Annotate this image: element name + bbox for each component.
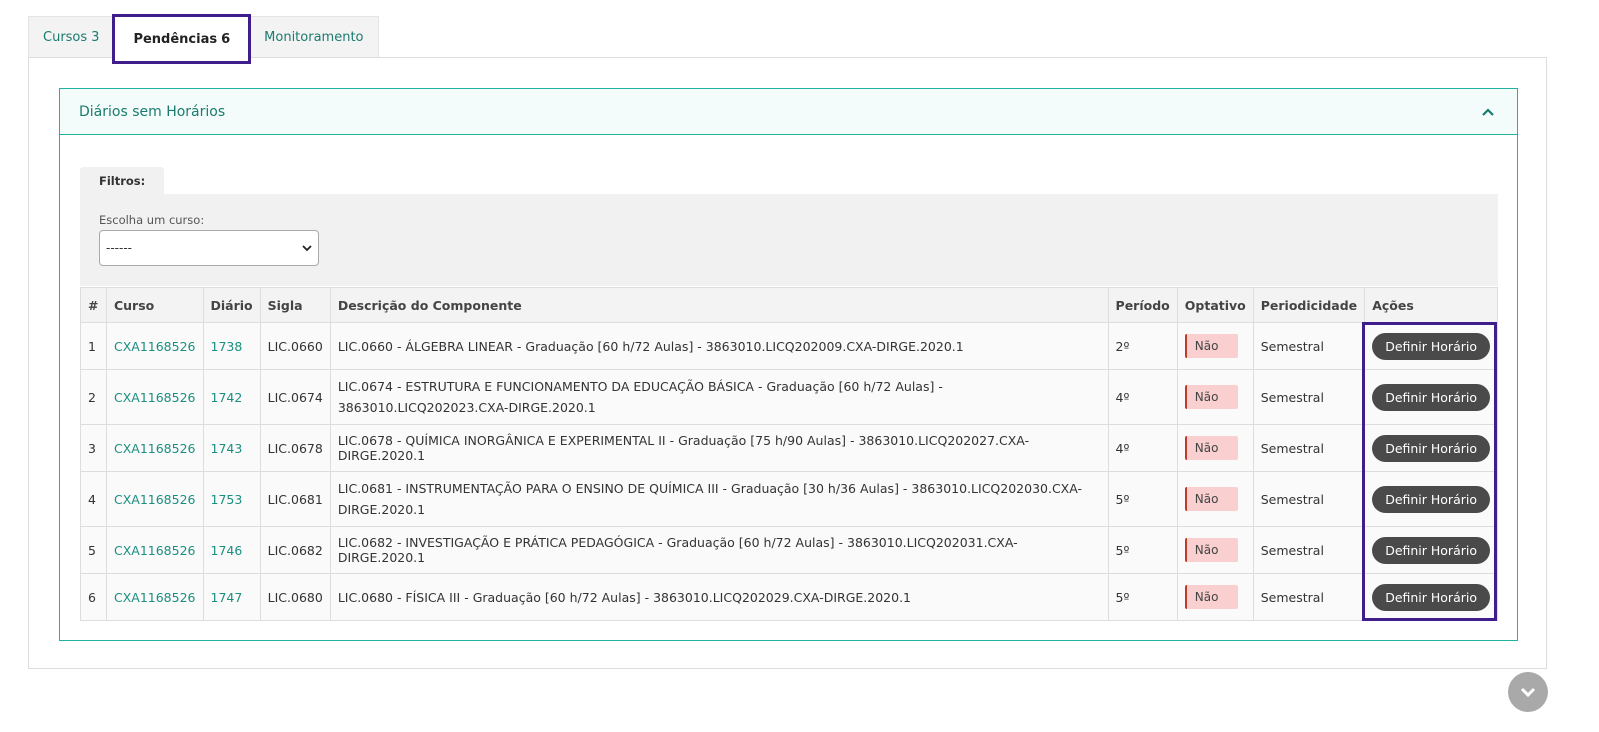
col-header-optativo: Optativo <box>1176 287 1254 323</box>
table-row: 6 CXA1168526 1747 LIC.0680 LIC.0680 - FÍ… <box>80 573 1498 621</box>
definir-horario-button[interactable]: Definir Horário <box>1372 434 1490 462</box>
optativo-badge: Não <box>1184 538 1239 562</box>
definir-horario-button[interactable]: Definir Horário <box>1372 332 1490 360</box>
cell-descricao: LIC.0660 - ÁLGEBRA LINEAR - Graduação [6… <box>329 322 1109 370</box>
tab-pendencias[interactable]: Pendências 6 <box>112 14 252 64</box>
cell-periodo: 5º <box>1107 573 1178 621</box>
cell-periodicidade: Semestral <box>1252 424 1366 472</box>
definir-horario-button[interactable]: Definir Horário <box>1372 383 1490 411</box>
table-row: 4 CXA1168526 1753 LIC.0681 LIC.0681 - IN… <box>80 471 1498 527</box>
tab-pendencias-count: 6 <box>221 32 231 47</box>
cell-index: 4 <box>80 471 107 527</box>
cell-periodicidade: Semestral <box>1252 471 1366 527</box>
course-select-label: Escolha um curso: <box>99 213 205 227</box>
curso-link[interactable]: CXA1168526 <box>114 441 196 456</box>
table-row: 2 CXA1168526 1742 LIC.0674 LIC.0674 - ES… <box>80 369 1498 425</box>
tab-pendencias-label: Pendências <box>133 32 218 47</box>
filters-panel: Filtros: Escolha um curso: ------ <box>80 167 1498 286</box>
col-header-diario: Diário <box>202 287 261 323</box>
scroll-down-button[interactable] <box>1508 672 1548 712</box>
col-header-sigla: Sigla <box>259 287 331 323</box>
cell-periodo: 5º <box>1107 526 1178 574</box>
cell-periodicidade: Semestral <box>1252 369 1366 425</box>
cell-descricao: LIC.0680 - FÍSICA III - Graduação [60 h/… <box>329 573 1109 621</box>
tab-cursos-label: Cursos <box>43 30 88 45</box>
cell-sigla: LIC.0674 <box>259 369 331 425</box>
cell-descricao: LIC.0674 - ESTRUTURA E FUNCIONAMENTO DA … <box>329 369 1109 425</box>
definir-horario-button[interactable]: Definir Horário <box>1372 583 1490 611</box>
curso-link[interactable]: CXA1168526 <box>114 339 196 354</box>
cell-periodo: 5º <box>1107 471 1178 527</box>
diario-link[interactable]: 1738 <box>211 339 243 354</box>
cell-descricao: LIC.0682 - INVESTIGAÇÃO E PRÁTICA PEDAGÓ… <box>329 526 1109 574</box>
cell-sigla: LIC.0680 <box>259 573 331 621</box>
diario-link[interactable]: 1747 <box>211 590 243 605</box>
cell-periodo: 4º <box>1107 369 1178 425</box>
table-row: 1 CXA1168526 1738 LIC.0660 LIC.0660 - ÁL… <box>80 322 1498 370</box>
tab-monitoramento[interactable]: Monitoramento <box>249 16 379 58</box>
col-header-acoes: Ações <box>1364 287 1498 323</box>
cell-descricao: LIC.0678 - QUÍMICA INORGÂNICA E EXPERIME… <box>329 424 1109 472</box>
cell-sigla: LIC.0682 <box>259 526 331 574</box>
tab-panel: Diários sem Horários Filtros: Escolha um… <box>28 57 1547 669</box>
curso-link[interactable]: CXA1168526 <box>114 492 196 507</box>
cell-descricao: LIC.0681 - INSTRUMENTAÇÃO PARA O ENSINO … <box>329 471 1109 527</box>
filters-body: Escolha um curso: ------ <box>80 194 1498 286</box>
definir-horario-button[interactable]: Definir Horário <box>1372 536 1490 564</box>
col-header-index: # <box>80 287 107 323</box>
diario-link[interactable]: 1746 <box>211 543 243 558</box>
diarios-box: Diários sem Horários Filtros: Escolha um… <box>59 88 1518 641</box>
col-header-curso: Curso <box>105 287 204 323</box>
optativo-badge: Não <box>1184 585 1239 609</box>
cell-periodo: 2º <box>1107 322 1178 370</box>
diario-link[interactable]: 1743 <box>211 441 243 456</box>
course-select-value: ------ <box>106 241 132 255</box>
box-title: Diários sem Horários <box>79 103 226 120</box>
optativo-badge: Não <box>1184 385 1239 409</box>
cell-index: 3 <box>80 424 107 472</box>
box-header[interactable]: Diários sem Horários <box>60 89 1517 135</box>
chevron-down-icon <box>1520 683 1536 702</box>
col-header-periodo: Período <box>1107 287 1178 323</box>
table-row: 5 CXA1168526 1746 LIC.0682 LIC.0682 - IN… <box>80 526 1498 574</box>
cell-index: 5 <box>80 526 107 574</box>
cell-sigla: LIC.0681 <box>259 471 331 527</box>
definir-horario-button[interactable]: Definir Horário <box>1372 485 1490 513</box>
curso-link[interactable]: CXA1168526 <box>114 590 196 605</box>
table-header-row: # Curso Diário Sigla Descrição do Compon… <box>80 287 1498 323</box>
optativo-badge: Não <box>1184 487 1239 511</box>
cell-index: 6 <box>80 573 107 621</box>
cell-periodo: 4º <box>1107 424 1178 472</box>
diario-link[interactable]: 1753 <box>211 492 243 507</box>
optativo-badge: Não <box>1184 436 1239 460</box>
table-row: 3 CXA1168526 1743 LIC.0678 LIC.0678 - QU… <box>80 424 1498 472</box>
cell-sigla: LIC.0660 <box>259 322 331 370</box>
col-header-periodicidade: Periodicidade <box>1252 287 1366 323</box>
cell-sigla: LIC.0678 <box>259 424 331 472</box>
curso-link[interactable]: CXA1168526 <box>114 390 196 405</box>
diarios-table: # Curso Diário Sigla Descrição do Compon… <box>80 287 1498 621</box>
cell-index: 1 <box>80 322 107 370</box>
tab-bar: Cursos 3 Pendências 6 Monitoramento <box>28 14 379 64</box>
course-select[interactable]: ------ <box>99 230 319 266</box>
col-header-descricao: Descrição do Componente <box>329 287 1109 323</box>
curso-link[interactable]: CXA1168526 <box>114 543 196 558</box>
chevron-up-icon[interactable] <box>1478 102 1498 122</box>
cell-periodicidade: Semestral <box>1252 322 1366 370</box>
tab-monitoramento-label: Monitoramento <box>264 30 364 45</box>
cell-periodicidade: Semestral <box>1252 573 1366 621</box>
optativo-badge: Não <box>1184 334 1239 358</box>
tab-cursos[interactable]: Cursos 3 <box>28 16 115 58</box>
cell-periodicidade: Semestral <box>1252 526 1366 574</box>
filters-tab: Filtros: <box>80 167 165 194</box>
diario-link[interactable]: 1742 <box>211 390 243 405</box>
cell-index: 2 <box>80 369 107 425</box>
tab-cursos-count: 3 <box>91 30 100 45</box>
chevron-down-icon <box>302 241 312 255</box>
